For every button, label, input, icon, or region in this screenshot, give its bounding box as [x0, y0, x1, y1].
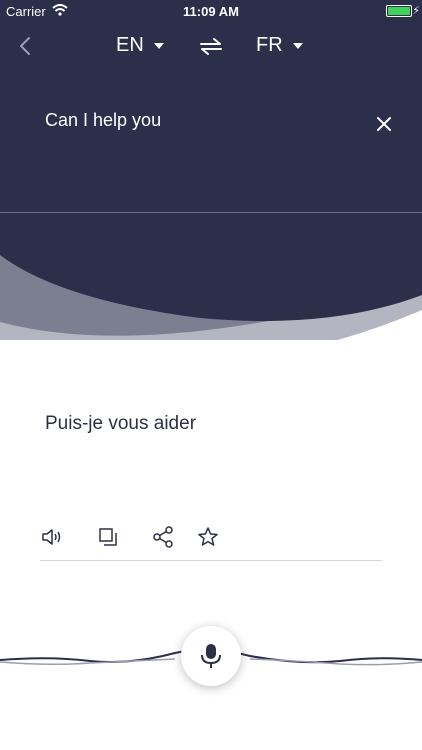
charging-icon: ⚡: [412, 5, 420, 17]
copy-button[interactable]: [96, 525, 120, 549]
source-language-label: EN: [116, 34, 144, 56]
swap-icon[interactable]: [198, 36, 224, 56]
chevron-down-icon: [153, 42, 164, 49]
header-divider: [0, 212, 422, 213]
back-icon[interactable]: [14, 32, 38, 60]
time-label: 11:09 AM: [183, 4, 239, 19]
action-bar: [40, 525, 382, 551]
source-text[interactable]: Can I help you: [45, 110, 161, 131]
nav-bar: EN FR: [0, 30, 422, 62]
target-language-label: FR: [256, 34, 283, 56]
speaker-button[interactable]: [40, 525, 64, 549]
target-language-selector[interactable]: FR: [256, 34, 303, 57]
translation-text: Puis-je vous aider: [45, 413, 197, 434]
microphone-icon: [201, 644, 221, 668]
battery-icon: [386, 5, 412, 17]
share-button[interactable]: [152, 525, 176, 549]
microphone-button[interactable]: [181, 626, 241, 686]
action-divider: [40, 560, 382, 561]
share-icon: [153, 526, 173, 548]
speaker-icon: [42, 529, 61, 545]
favorite-button[interactable]: [196, 525, 220, 549]
star-icon: [198, 527, 218, 546]
source-language-selector[interactable]: EN: [116, 34, 164, 57]
chevron-down-icon: [292, 42, 303, 49]
status-bar: Carrier 11:09 AM ⚡: [0, 0, 422, 22]
close-icon[interactable]: [374, 114, 394, 134]
copy-icon: [99, 528, 117, 546]
